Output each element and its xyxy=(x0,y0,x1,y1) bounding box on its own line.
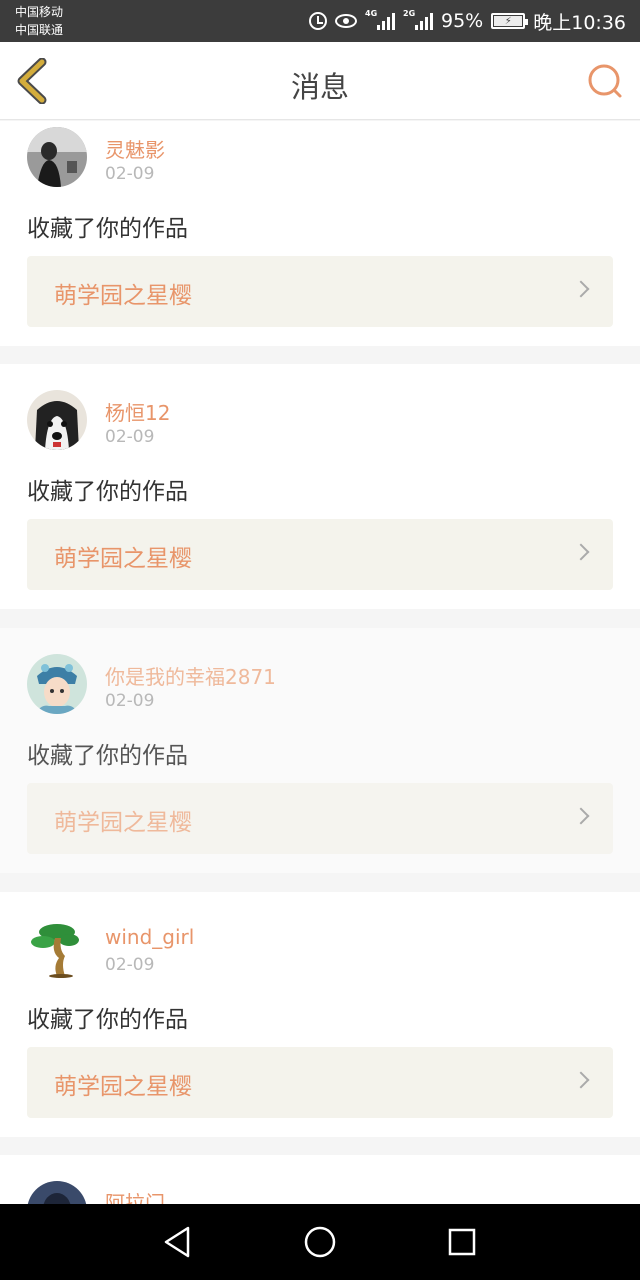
carrier-1: 中国移动 xyxy=(15,5,64,19)
work-title: 萌学园之星樱 xyxy=(54,546,192,572)
avatar[interactable] xyxy=(27,1181,87,1204)
nav-home-button[interactable] xyxy=(300,1222,340,1262)
square-recent-icon xyxy=(448,1228,476,1256)
avatar[interactable] xyxy=(27,654,87,714)
chevron-right-icon xyxy=(572,543,590,561)
app-header: 消息 xyxy=(0,42,640,120)
chevron-right-icon xyxy=(572,280,590,298)
signal-4g-icon: 4G xyxy=(365,9,395,30)
clock: 晚上10:36 xyxy=(533,11,626,34)
chevron-right-icon xyxy=(572,1071,590,1089)
work-title: 萌学园之星樱 xyxy=(54,1074,192,1100)
message-date: 02-09 xyxy=(105,955,155,975)
alarm-icon xyxy=(309,12,327,30)
chevron-right-icon xyxy=(572,807,590,825)
work-link[interactable]: 萌学园之星樱 xyxy=(27,519,613,590)
page-title: 消息 xyxy=(290,70,349,104)
circle-home-icon xyxy=(304,1226,336,1258)
search-icon xyxy=(588,64,622,98)
battery-icon: ⚡ xyxy=(491,13,529,29)
work-title: 萌学园之星樱 xyxy=(54,810,192,836)
carrier-info: 中国移动 中国联通 xyxy=(15,3,63,39)
username[interactable]: 杨恒12 xyxy=(105,397,170,426)
message-action: 收藏了你的作品 xyxy=(27,1007,188,1033)
message-action: 收藏了你的作品 xyxy=(27,216,188,242)
work-link[interactable]: 萌学园之星樱 xyxy=(27,1047,613,1118)
username[interactable]: 你是我的幸福2871 xyxy=(105,661,276,690)
battery-percent: 95% xyxy=(441,10,484,32)
triangle-back-icon xyxy=(164,1226,190,1258)
work-link[interactable]: 萌学园之星樱 xyxy=(27,783,613,854)
message-date: 02-09 xyxy=(105,164,155,184)
search-button[interactable] xyxy=(586,62,624,100)
work-link[interactable]: 萌学园之星樱 xyxy=(27,256,613,327)
message-date: 02-09 xyxy=(105,691,155,711)
carrier-2: 中国联通 xyxy=(15,23,64,37)
work-title: 萌学园之星樱 xyxy=(54,283,192,309)
avatar[interactable] xyxy=(27,918,87,978)
message-card: wind_girl 02-09 收藏了你的作品 萌学园之星樱 xyxy=(0,892,640,1137)
username[interactable]: wind_girl xyxy=(105,925,194,949)
nav-back-button[interactable] xyxy=(158,1222,198,1262)
message-date: 02-09 xyxy=(105,427,155,447)
message-card: 灵魅影 02-09 收藏了你的作品 萌学园之星樱 xyxy=(0,121,640,346)
message-action: 收藏了你的作品 xyxy=(27,743,188,769)
signal-2g-icon: 2G xyxy=(403,9,433,30)
message-list[interactable]: 灵魅影 02-09 收藏了你的作品 萌学园之星樱 杨恒12 02-09 收藏了你… xyxy=(0,121,640,1204)
username[interactable]: 灵魅影 xyxy=(105,134,165,163)
avatar[interactable] xyxy=(27,127,87,187)
nav-recent-button[interactable] xyxy=(442,1222,482,1262)
username[interactable]: 阿拉门 xyxy=(105,1187,165,1204)
status-icons: 4G 2G 95% ⚡ 晚上10:36 xyxy=(309,8,626,34)
avatar[interactable] xyxy=(27,390,87,450)
message-action: 收藏了你的作品 xyxy=(27,479,188,505)
network-type-2g: 2G xyxy=(403,9,416,18)
eye-comfort-icon xyxy=(335,14,357,28)
system-nav-bar xyxy=(0,1204,640,1280)
message-card: 杨恒12 02-09 收藏了你的作品 萌学园之星樱 xyxy=(0,364,640,609)
status-bar: 中国移动 中国联通 4G 2G 95% ⚡ 晚上10:36 xyxy=(0,0,640,42)
network-type-4g: 4G xyxy=(365,9,378,18)
message-card: 阿拉门 xyxy=(0,1155,640,1204)
message-card: 你是我的幸福2871 02-09 收藏了你的作品 萌学园之星樱 xyxy=(0,628,640,873)
